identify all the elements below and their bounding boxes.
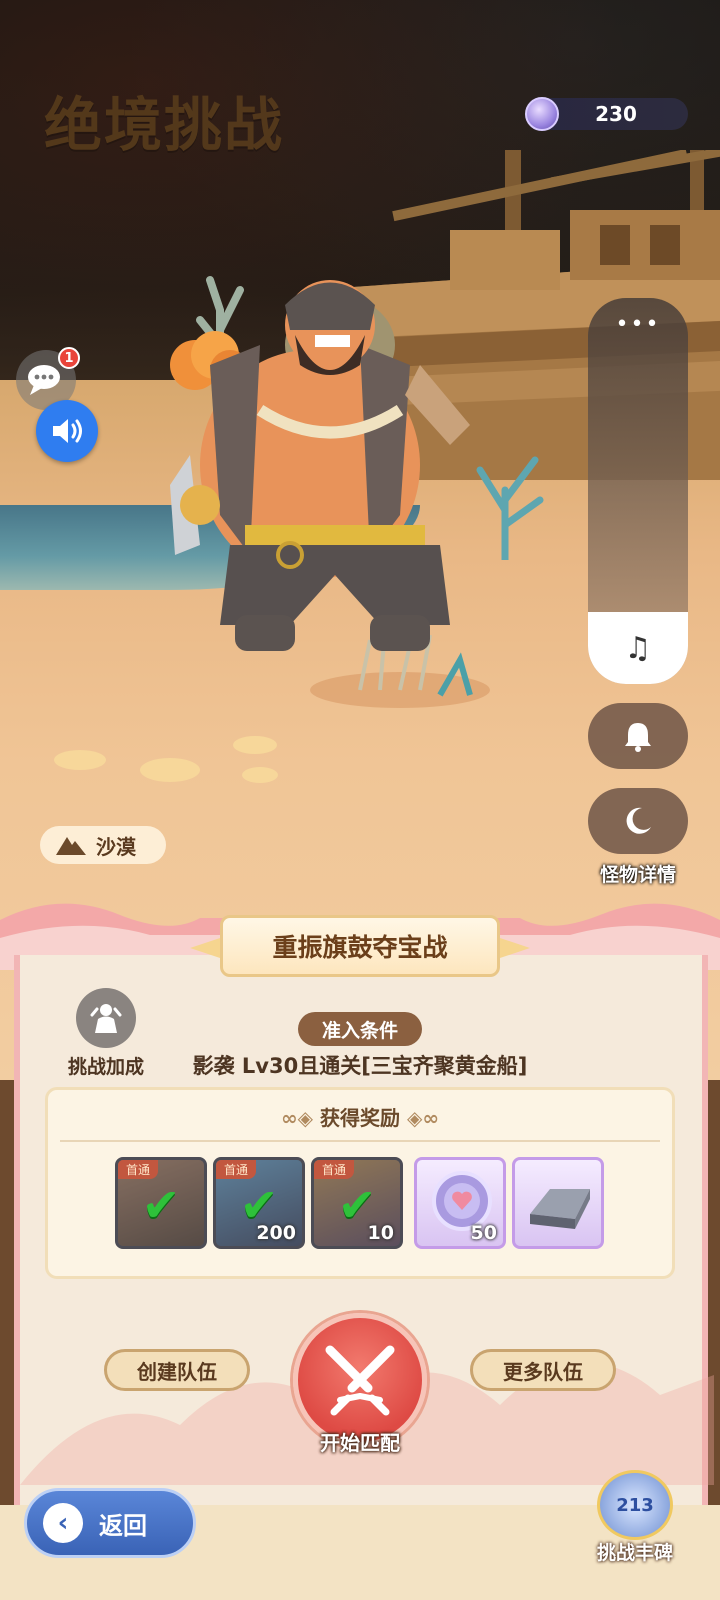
entry-condition-text: 影袭 Lv30且通关[三宝齐聚黄金船] (192, 1054, 528, 1078)
more-options-button[interactable]: ••• (588, 312, 688, 337)
reward-quantity: 50 (470, 1222, 497, 1244)
bonus-person-icon (76, 988, 136, 1048)
reward-item[interactable] (512, 1157, 604, 1249)
chat-bubble-icon (28, 365, 60, 395)
podium-icon: 213 (597, 1470, 673, 1540)
music-note-icon: ♫ (624, 630, 652, 666)
event-title-banner: 重振旗鼓夺宝战 (220, 915, 500, 977)
moon-icon (626, 807, 651, 834)
crossed-swords-icon (325, 1345, 395, 1416)
night-mode-button[interactable] (588, 788, 688, 854)
terrain-tag: 沙漠 (40, 826, 166, 864)
first-clear-tag: 首通 (314, 1160, 355, 1179)
currency-amount: 230 (595, 102, 637, 126)
terrain-label: 沙漠 (96, 834, 136, 859)
floating-side-panel: ••• ♫ (588, 298, 688, 684)
entry-condition-title: 准入条件 (298, 1012, 422, 1046)
more-teams-button[interactable]: 更多队伍 (470, 1349, 616, 1391)
reward-item[interactable]: 50 (414, 1157, 506, 1249)
start-match-label: 开始匹配 (320, 1431, 400, 1455)
bell-icon (625, 723, 651, 752)
challenge-monument-button[interactable]: 213 挑战丰碑 (590, 1470, 680, 1565)
create-team-button[interactable]: 创建队伍 (104, 1349, 250, 1391)
back-label: 返回 (99, 1511, 147, 1540)
music-button[interactable]: ♫ (588, 612, 688, 684)
reward-quantity: 10 (367, 1222, 394, 1244)
monster-detail-button[interactable]: 怪物详情 (600, 860, 676, 887)
crystal-coin-icon (525, 97, 559, 131)
reward-quantity: 200 (256, 1222, 296, 1244)
monster-character (170, 280, 470, 651)
first-clear-tag: 首通 (216, 1160, 257, 1179)
sound-toggle-button[interactable] (36, 400, 98, 462)
reward-title: ∞◈ 获得奖励 ◈∞ (280, 1106, 440, 1130)
challenge-monument-label: 挑战丰碑 (596, 1542, 673, 1564)
mountain-icon (56, 837, 86, 855)
page-title: 绝境挑战 (44, 91, 285, 159)
back-button[interactable]: ‹ 返回 (24, 1488, 196, 1558)
bell-button[interactable] (588, 703, 688, 769)
back-arrow-icon: ‹ (43, 1503, 83, 1543)
speaker-icon (53, 419, 82, 443)
reward-item[interactable]: 首通 ✔ 200 (213, 1157, 305, 1249)
right-ornament-icon: ◈∞ (406, 1106, 440, 1130)
first-clear-tag: 首通 (118, 1160, 159, 1179)
iron-ingot-icon (530, 1189, 590, 1229)
check-icon: ✔ (141, 1178, 181, 1232)
chat-unread-badge: 1 (58, 347, 80, 369)
left-ornament-icon: ∞◈ (280, 1106, 320, 1130)
reward-item[interactable]: 首通 ✔ (115, 1157, 207, 1249)
reward-item[interactable]: 首通 ✔ 10 (311, 1157, 403, 1249)
